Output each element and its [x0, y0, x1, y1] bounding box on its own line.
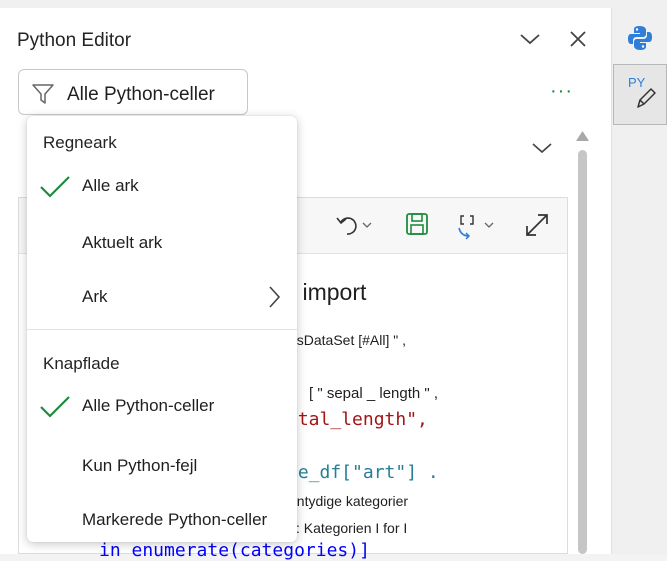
python-logo-button[interactable] — [626, 24, 654, 57]
close-pane-button[interactable] — [565, 26, 591, 52]
undo-button[interactable] — [335, 212, 375, 243]
menu-item-label: Ark — [82, 287, 108, 306]
python-editor-toggle-button[interactable]: PY — [613, 64, 667, 125]
menu-item-label: Markerede Python-celler — [82, 510, 268, 529]
code-line: [ " sepal _ length " , — [309, 385, 439, 402]
menu-item-python-errors-only[interactable]: Kun Python-fejl — [27, 444, 297, 488]
undo-icon — [336, 217, 372, 235]
filter-icon — [32, 84, 54, 104]
checkmark-icon — [40, 396, 70, 418]
code-line: le_df["art"] . — [287, 462, 439, 483]
menu-item-label: Alle Python-celler — [82, 396, 215, 415]
chevron-right-icon — [269, 286, 281, 308]
refresh-range-icon — [458, 215, 494, 240]
pane-title: Python Editor — [17, 30, 132, 51]
save-icon — [406, 213, 428, 235]
code-line: entydige kategorier — [289, 493, 409, 509]
checkmark-icon — [40, 176, 70, 198]
expand-button[interactable] — [524, 212, 550, 243]
menu-item-current-sheet[interactable]: Aktuelt ark — [27, 221, 297, 265]
refresh-range-button[interactable] — [455, 212, 501, 245]
menu-divider — [27, 329, 297, 330]
close-icon — [570, 31, 586, 47]
save-button[interactable] — [405, 212, 429, 241]
menu-item-label: Kun Python-fejl — [82, 456, 198, 475]
code-line: in enumerate(categories)] — [99, 540, 370, 561]
collapse-pane-button[interactable] — [517, 26, 543, 52]
menu-section-heading: Knapflade — [43, 354, 120, 373]
section-collapse-button[interactable] — [531, 141, 553, 160]
menu-item-sheet-submenu[interactable]: Ark — [27, 275, 297, 319]
menu-item-selected-python-cells[interactable]: Markerede Python-celler — [27, 498, 297, 542]
code-line: y: Kategorien I for I — [289, 520, 408, 536]
expand-icon — [526, 214, 548, 236]
menu-item-all-python-cells[interactable]: Alle Python-celler — [27, 384, 297, 428]
side-rail: PY — [611, 8, 667, 554]
chevron-down-icon — [532, 143, 552, 154]
top-strip — [0, 0, 667, 8]
code-line: i import — [291, 279, 367, 305]
scroll-up-arrow[interactable] — [575, 130, 590, 142]
filter-dropdown[interactable]: Alle Python-celler — [18, 69, 248, 115]
pen-icon — [637, 88, 656, 108]
code-line: risDataSet [#All] " , — [289, 332, 407, 348]
python-logo-icon — [628, 26, 652, 50]
menu-item-label: Alle ark — [82, 176, 139, 195]
more-options-button[interactable]: ··· — [550, 80, 573, 103]
filter-selected-value: Alle Python-celler — [67, 84, 215, 105]
code-line: etal_length", — [287, 409, 428, 430]
menu-item-label: Aktuelt ark — [82, 233, 163, 252]
menu-section-heading: Regneark — [43, 133, 117, 152]
menu-item-all-sheets[interactable]: Alle ark — [27, 164, 297, 208]
scrollbar-thumb[interactable] — [578, 150, 587, 554]
filter-menu: Regneark Alle ark Aktuelt ark Ark Knapfl… — [27, 116, 297, 542]
chevron-down-icon — [520, 34, 540, 45]
